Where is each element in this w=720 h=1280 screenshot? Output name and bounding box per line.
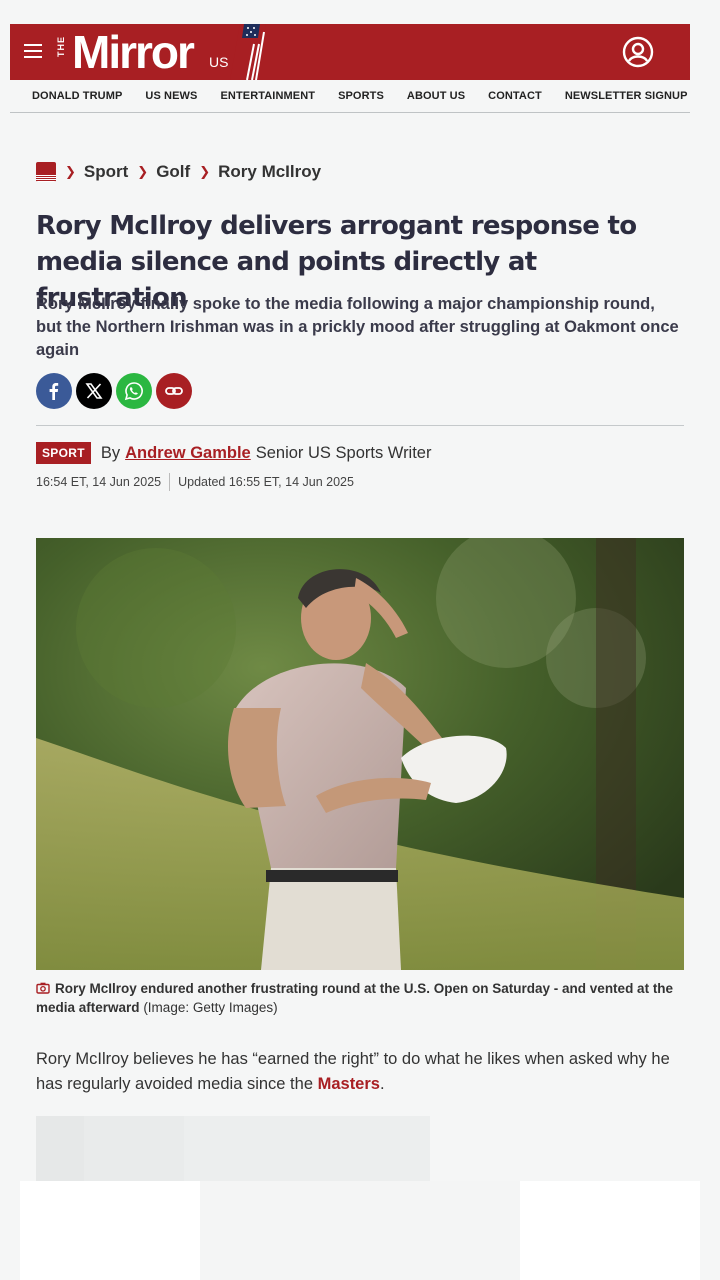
- caption-credit: (Image: Getty Images): [143, 1000, 278, 1015]
- hero-image[interactable]: [36, 538, 684, 970]
- article-dates: 16:54 ET, 14 Jun 2025 Updated 16:55 ET, …: [36, 473, 354, 491]
- divider: [36, 425, 684, 426]
- nav-newsletter-signup[interactable]: NEWSLETTER SIGNUP: [565, 90, 688, 102]
- nav-entertainment[interactable]: ENTERTAINMENT: [220, 90, 315, 102]
- breadcrumb: ❯ Sport ❯ Golf ❯ Rory McIlroy: [36, 160, 321, 184]
- logo-wordmark: Mirror: [72, 26, 195, 78]
- whatsapp-share-button[interactable]: [116, 373, 152, 409]
- facebook-icon: [49, 383, 59, 400]
- published-time: 16:54 ET, 14 Jun 2025: [36, 475, 162, 489]
- breadcrumb-sport[interactable]: Sport: [84, 162, 128, 182]
- paragraph-end: .: [379, 1075, 385, 1093]
- chevron-right-icon: ❯: [137, 164, 149, 179]
- mirror-us-logo[interactable]: THE Mirror US: [56, 24, 266, 80]
- camera-icon: [36, 982, 50, 994]
- home-logo-icon[interactable]: [36, 162, 56, 182]
- ad-placeholder: [36, 1116, 430, 1186]
- nav-us-news[interactable]: US NEWS: [145, 90, 197, 102]
- top-nav: DONALD TRUMP US NEWS ENTERTAINMENT SPORT…: [10, 80, 690, 113]
- x-icon: [85, 383, 103, 399]
- facebook-share-button[interactable]: [36, 373, 72, 409]
- menu-icon[interactable]: [24, 44, 44, 60]
- nav-contact[interactable]: CONTACT: [488, 90, 542, 102]
- account-icon[interactable]: [622, 36, 654, 68]
- caption-text: Rory McIlroy endured another frustrating…: [36, 981, 674, 1015]
- nav-donald-trump[interactable]: DONALD TRUMP: [32, 90, 122, 102]
- byline-by: By: [100, 443, 121, 462]
- section-tag[interactable]: SPORT: [36, 442, 91, 464]
- image-caption: Rory McIlroy endured another frustrating…: [36, 979, 684, 1017]
- flag-stripes-icon: [230, 24, 266, 80]
- chevron-right-icon: ❯: [199, 164, 211, 179]
- nav-sports[interactable]: SPORTS: [338, 90, 384, 102]
- whatsapp-icon: [124, 382, 143, 401]
- breadcrumb-rory-mcilroy[interactable]: Rory McIlroy: [218, 162, 321, 182]
- golfer-photo: [36, 538, 684, 970]
- link-icon: [165, 387, 183, 395]
- share-bar: [36, 373, 196, 409]
- nav-about-us[interactable]: ABOUT US: [407, 90, 465, 102]
- date-divider: [169, 473, 171, 491]
- article-paragraph: Rory McIlroy believes he has “earned the…: [36, 1047, 684, 1097]
- x-share-button[interactable]: [76, 373, 112, 409]
- bottom-ad-slot: [20, 1181, 700, 1280]
- copy-link-button[interactable]: [156, 373, 192, 409]
- author-role: Senior US Sports Writer: [255, 443, 432, 462]
- updated-time: Updated 16:55 ET, 14 Jun 2025: [178, 475, 354, 489]
- logo-us-text: US: [209, 54, 229, 70]
- breadcrumb-golf[interactable]: Golf: [156, 162, 190, 182]
- chevron-right-icon: ❯: [65, 164, 76, 179]
- byline: SPORT By Andrew Gamble Senior US Sports …: [36, 442, 431, 464]
- article-standfirst: Rory McIlroy finally spoke to the media …: [36, 295, 679, 359]
- logo-the-text: THE: [56, 36, 66, 57]
- author-link[interactable]: Andrew Gamble: [125, 444, 251, 463]
- masters-link[interactable]: Masters: [318, 1075, 380, 1093]
- site-header: THE Mirror US: [10, 24, 690, 80]
